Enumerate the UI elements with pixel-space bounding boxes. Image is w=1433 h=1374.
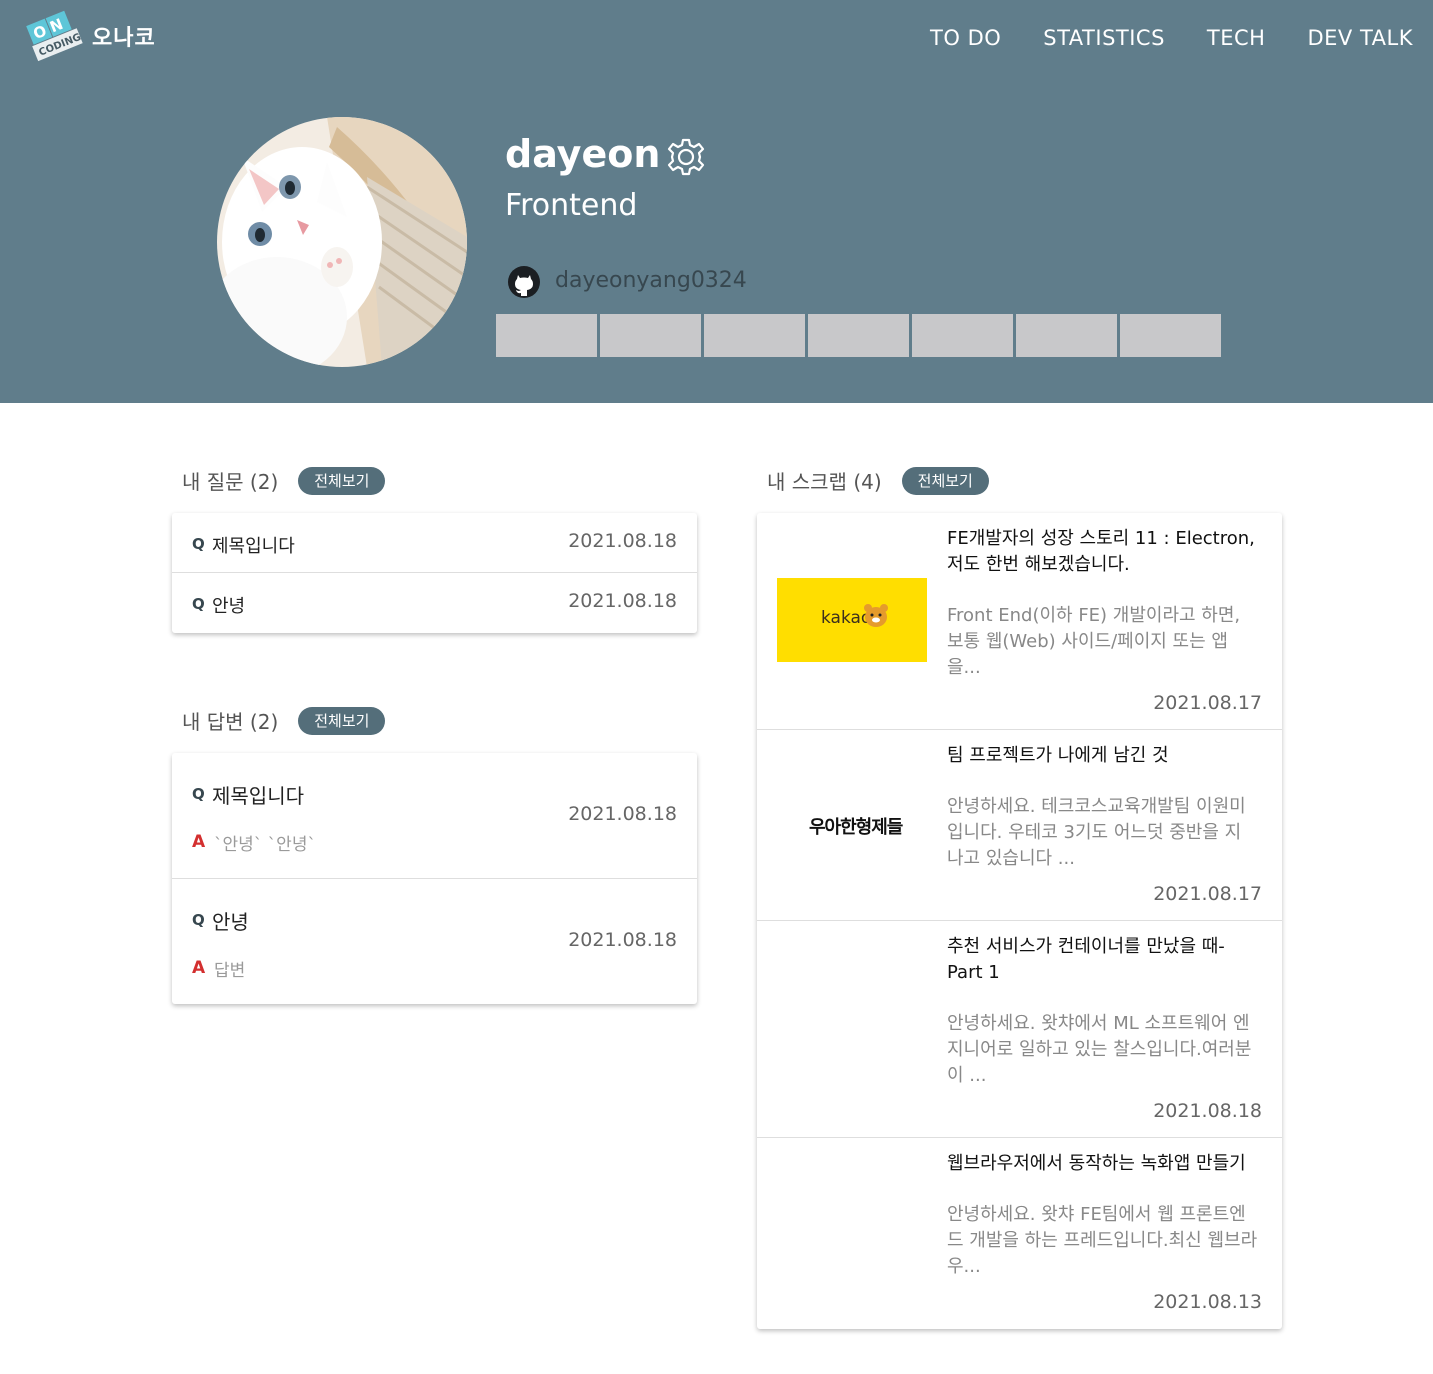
- scrap-excerpt: Front End(이하 FE) 개발이라고 하면,: [947, 605, 1241, 626]
- answers-card: Q 제목입니다 A `안녕` `안녕` 2021.08.18 Q 안녕 A 답변…: [172, 753, 697, 1004]
- username: dayeon: [505, 132, 661, 176]
- scrap-excerpt: 드 개발을 하는 프레드입니다.최신 웹브라: [947, 1230, 1258, 1251]
- nav-dev-talk[interactable]: DEV TALK: [1307, 26, 1413, 50]
- logo[interactable]: O N CODING 오나코: [24, 6, 156, 66]
- scrap-thumbnail: [777, 986, 927, 1070]
- scrap-thumbnail: kakao: [777, 578, 927, 662]
- scrap-item[interactable]: 웹브라우저에서 동작하는 녹화앱 만들기 안녕하세요. 왓챠 FE팀에서 웹 프…: [757, 1138, 1282, 1329]
- answer-text: 답변: [214, 961, 246, 981]
- contribution-cell: [912, 314, 1013, 357]
- scrap-date: 2021.08.13: [1153, 1291, 1262, 1313]
- contribution-cell: [808, 314, 909, 357]
- ryan-character-icon: [864, 604, 888, 627]
- question-row[interactable]: Q 제목입니다 2021.08.18: [172, 513, 697, 573]
- nav-statistics[interactable]: STATISTICS: [1043, 26, 1165, 50]
- scraps-view-all-button[interactable]: 전체보기: [901, 466, 989, 495]
- scrap-date: 2021.08.18: [1153, 1100, 1262, 1122]
- scrap-title: 추천 서비스가 컨테이너를 만났을 때-: [947, 936, 1225, 957]
- answer-mark: A: [192, 832, 206, 852]
- logo-name: 오나코: [92, 26, 156, 51]
- question-date: 2021.08.18: [568, 590, 677, 612]
- avatar: [217, 117, 467, 367]
- contribution-cell: [1016, 314, 1117, 357]
- woowa-logo-text: 우아한형제들: [809, 817, 903, 838]
- question-title: 제목입니다: [212, 536, 295, 557]
- scrap-excerpt: 우...: [947, 1256, 981, 1277]
- answer-row[interactable]: Q 안녕 A 답변 2021.08.18: [172, 879, 697, 1004]
- answer-date: 2021.08.18: [568, 929, 677, 951]
- scrap-excerpt: 안녕하세요. 왓챠에서 ML 소프트웨어 엔: [947, 1013, 1250, 1034]
- nav-todo[interactable]: TO DO: [930, 26, 1001, 50]
- scrap-thumbnail: 우아한형제들: [777, 783, 927, 867]
- questions-title: 내 질문 (2): [182, 470, 279, 494]
- answers-title: 내 답변 (2): [182, 710, 279, 734]
- question-mark: Q: [192, 595, 205, 613]
- scrap-date: 2021.08.17: [1153, 883, 1262, 905]
- scrap-date: 2021.08.17: [1153, 692, 1262, 714]
- scraps-title: 내 스크랩 (4): [767, 470, 882, 494]
- scrap-item[interactable]: 우아한형제들 팀 프로젝트가 나에게 남긴 것 안녕하세요. 테크코스교육개발팀…: [757, 730, 1282, 921]
- profile-header: O N CODING 오나코 TO DO STATISTICS TECH DEV…: [0, 0, 1433, 403]
- question-mark: Q: [192, 911, 205, 929]
- answer-text: `안녕` `안녕`: [214, 835, 316, 855]
- questions-card: Q 제목입니다 2021.08.18 Q 안녕 2021.08.18: [172, 513, 697, 633]
- scrap-thumbnail: [777, 1191, 927, 1275]
- scrap-excerpt: 보통 웹(Web) 사이드/페이지 또는 앱: [947, 631, 1228, 652]
- scrap-title: FE개발자의 성장 스토리 11 : Electron,: [947, 528, 1255, 549]
- top-nav: TO DO STATISTICS TECH DEV TALK: [888, 26, 1413, 50]
- answers-view-all-button[interactable]: 전체보기: [298, 706, 386, 735]
- scrap-item[interactable]: 추천 서비스가 컨테이너를 만났을 때- Part 1 안녕하세요. 왓챠에서 …: [757, 921, 1282, 1138]
- scrap-title: 팀 프로젝트가 나에게 남긴 것: [947, 745, 1169, 766]
- scraps-section-header: 내 스크랩 (4) 전체보기: [767, 466, 989, 495]
- question-title: 안녕: [212, 596, 246, 617]
- scrap-excerpt: 안녕하세요. 테크코스교육개발팀 이원미: [947, 796, 1246, 817]
- scraps-card: kakao FE개발자의 성장 스토리 11 : Electron, 저도 한번…: [757, 513, 1282, 1329]
- scrap-title-2: 저도 한번 해보겠습니다.: [947, 554, 1130, 575]
- scrap-excerpt: 나고 있습니다 ...: [947, 848, 1075, 869]
- user-role: Frontend: [505, 188, 638, 223]
- contribution-cell: [704, 314, 805, 357]
- scrap-excerpt: 을...: [947, 657, 981, 678]
- contribution-graph: [496, 314, 1221, 357]
- question-date: 2021.08.18: [568, 530, 677, 552]
- answer-date: 2021.08.18: [568, 803, 677, 825]
- question-row[interactable]: Q 안녕 2021.08.18: [172, 573, 697, 633]
- answers-section-header: 내 답변 (2) 전체보기: [182, 706, 386, 735]
- settings-gear-icon[interactable]: [666, 137, 706, 177]
- scrap-title-2: Part 1: [947, 962, 1000, 983]
- answer-question-title: 안녕: [212, 910, 249, 934]
- questions-section-header: 내 질문 (2) 전체보기: [182, 466, 386, 495]
- github-icon[interactable]: [507, 265, 541, 299]
- question-mark: Q: [192, 785, 205, 803]
- contribution-cell: [600, 314, 701, 357]
- github-username[interactable]: dayeonyang0324: [555, 268, 747, 293]
- scrap-item[interactable]: kakao FE개발자의 성장 스토리 11 : Electron, 저도 한번…: [757, 513, 1282, 730]
- answer-row[interactable]: Q 제목입니다 A `안녕` `안녕` 2021.08.18: [172, 753, 697, 879]
- logo-badge-icon: O N CODING: [26, 10, 83, 62]
- scrap-excerpt: 지니어로 일하고 있는 찰스입니다.여러분: [947, 1039, 1252, 1060]
- question-mark: Q: [192, 535, 205, 553]
- scrap-excerpt: 이 ...: [947, 1065, 987, 1086]
- answer-question-title: 제목입니다: [212, 784, 304, 808]
- contribution-cell: [496, 314, 597, 357]
- scrap-excerpt: 안녕하세요. 왓챠 FE팀에서 웹 프론트엔: [947, 1204, 1246, 1225]
- scrap-title: 웹브라우저에서 동작하는 녹화앱 만들기: [947, 1153, 1246, 1174]
- contribution-cell: [1120, 314, 1221, 357]
- answer-mark: A: [192, 958, 206, 978]
- nav-tech[interactable]: TECH: [1207, 26, 1266, 50]
- questions-view-all-button[interactable]: 전체보기: [298, 466, 386, 495]
- scrap-excerpt: 입니다. 우테코 3기도 어느덧 중반을 지: [947, 822, 1242, 843]
